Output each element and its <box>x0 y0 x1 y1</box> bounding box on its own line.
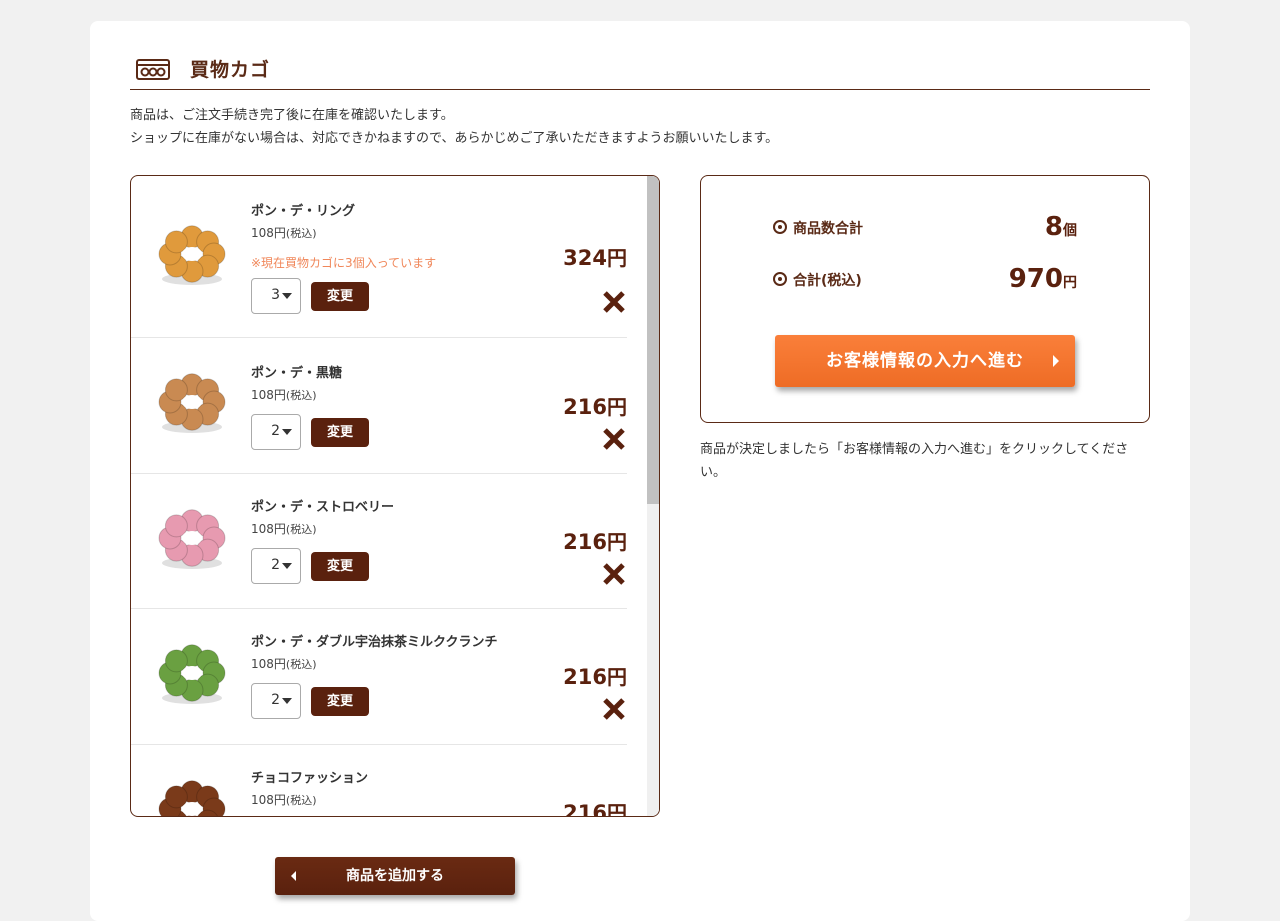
cart-items: ポン・デ・リング 108円(税込) ※現在買物カゴに3個入っています 3 変更 … <box>131 176 647 816</box>
item-subtotal: 216円 <box>563 665 627 689</box>
donut-image <box>158 509 226 569</box>
chevron-down-icon <box>282 293 292 299</box>
donut-image <box>158 780 226 816</box>
bullet-icon <box>773 272 787 286</box>
notice-line: 商品は、ご注文手続き完了後に在庫を確認いたします。 <box>130 108 454 123</box>
total-label: 合計(税込) <box>773 270 862 290</box>
donut-image <box>158 644 226 704</box>
chevron-down-icon <box>282 563 292 569</box>
change-quantity-button[interactable]: 変更 <box>311 687 369 716</box>
shopping-basket-icon <box>136 59 170 80</box>
remove-item-icon[interactable] <box>602 427 626 451</box>
total-row: 合計(税込) 970円 <box>773 264 1077 296</box>
item-price: 108円(税込) <box>251 522 317 536</box>
item-subtotal: 216円 <box>563 530 627 554</box>
proceed-to-customer-info-button[interactable]: お客様情報の入力へ進む <box>775 335 1075 387</box>
quantity-select[interactable]: 2 <box>251 548 301 584</box>
item-name: ポン・デ・リング <box>251 204 356 219</box>
item-name: チョコファッション <box>251 771 369 786</box>
item-count-value: 8個 <box>1044 212 1077 242</box>
proceed-hint: 商品が決定しましたら「お客様情報の入力へ進む」をクリックしてください。 <box>700 442 1129 480</box>
cart-item: チョコファッション 108円(税込) 216円 <box>131 745 627 816</box>
bullet-icon <box>773 220 787 234</box>
remove-item-icon[interactable] <box>602 562 626 586</box>
item-count-label: 商品数合計 <box>773 218 863 238</box>
change-quantity-button[interactable]: 変更 <box>311 418 369 447</box>
remove-item-icon[interactable] <box>602 697 626 721</box>
quantity-select[interactable]: 2 <box>251 683 301 719</box>
item-subtotal: 324円 <box>563 246 627 270</box>
item-name: ポン・デ・ストロベリー <box>251 500 395 515</box>
item-name: ポン・デ・黒糖 <box>251 366 343 381</box>
cart-item: ポン・デ・ストロベリー 108円(税込) 2 変更 216円 <box>131 474 627 609</box>
item-price: 108円(税込) <box>251 226 317 240</box>
scrollbar-thumb[interactable] <box>647 176 659 504</box>
cart-item-list[interactable]: ポン・デ・リング 108円(税込) ※現在買物カゴに3個入っています 3 変更 … <box>130 175 660 817</box>
cart-header: 買物カゴ <box>130 51 1150 90</box>
item-price: 108円(税込) <box>251 657 317 671</box>
add-product-button[interactable]: 商品を追加する <box>275 857 515 895</box>
remove-item-icon[interactable] <box>602 290 626 314</box>
cart-card: 買物カゴ 商品は、ご注文手続き完了後に在庫を確認いたします。 ショップに在庫がな… <box>90 21 1190 921</box>
arrow-right-icon <box>1053 355 1059 367</box>
page-title: 買物カゴ <box>190 59 271 81</box>
order-summary: 商品数合計 8個 合計(税込) 970円 お客様情報の入力へ進む <box>700 175 1150 423</box>
change-quantity-button[interactable]: 変更 <box>311 552 369 581</box>
item-count-row: 商品数合計 8個 <box>773 212 1077 244</box>
donut-image <box>158 373 226 433</box>
cart-count-warning: ※現在買物カゴに3個入っています <box>251 256 437 270</box>
change-quantity-button[interactable]: 変更 <box>311 282 369 311</box>
stock-notice: 商品は、ご注文手続き完了後に在庫を確認いたします。 ショップに在庫がない場合は、… <box>130 104 1150 150</box>
quantity-select[interactable]: 3 <box>251 278 301 314</box>
item-name: ポン・デ・ダブル宇治抹茶ミルククランチ <box>251 635 498 650</box>
quantity-select[interactable]: 2 <box>251 414 301 450</box>
chevron-down-icon <box>282 429 292 435</box>
donut-image <box>158 225 226 285</box>
item-subtotal: 216円 <box>563 395 627 419</box>
cart-item: ポン・デ・ダブル宇治抹茶ミルククランチ 108円(税込) 2 変更 216円 <box>131 609 627 745</box>
notice-line: ショップに在庫がない場合は、対応できかねますので、あらかじめご了承いただきますよ… <box>130 131 779 146</box>
chevron-down-icon <box>282 698 292 704</box>
item-price: 108円(税込) <box>251 388 317 402</box>
cart-item: ポン・デ・黒糖 108円(税込) 2 変更 216円 <box>131 338 627 474</box>
item-price: 108円(税込) <box>251 793 317 807</box>
total-value: 970円 <box>1008 264 1077 294</box>
cart-item: ポン・デ・リング 108円(税込) ※現在買物カゴに3個入っています 3 変更 … <box>131 176 627 338</box>
item-subtotal: 216円 <box>563 801 627 816</box>
arrow-left-icon <box>291 871 296 881</box>
